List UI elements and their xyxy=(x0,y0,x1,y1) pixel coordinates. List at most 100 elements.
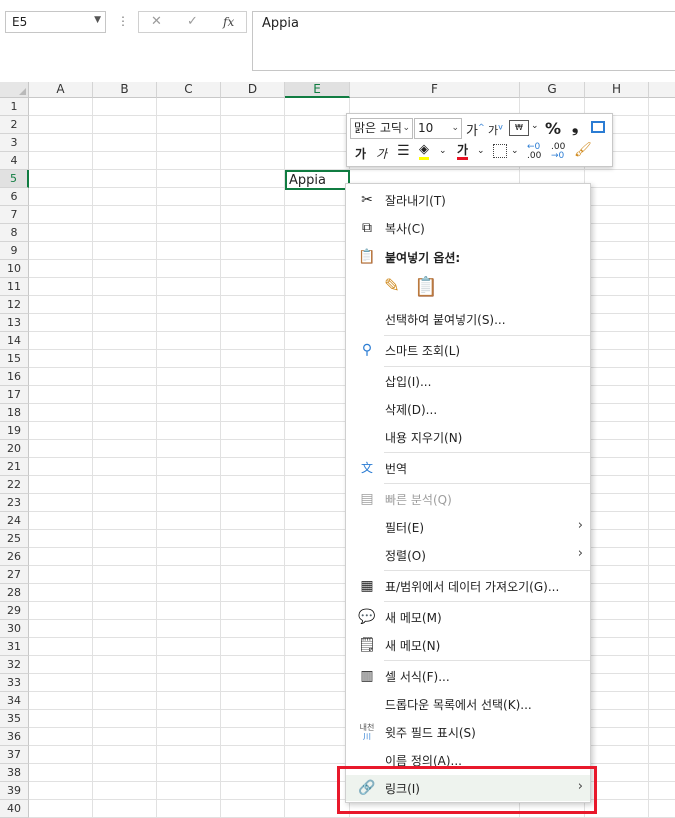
menu-item-format-cells[interactable]: ▥ 셀 서식(F)... xyxy=(346,663,590,689)
column-header[interactable]: A xyxy=(29,82,93,98)
row-header[interactable]: 16 xyxy=(0,368,29,386)
chevron-down-icon[interactable]: ⌄ xyxy=(531,121,539,131)
column-header[interactable] xyxy=(649,82,675,98)
row-header[interactable]: 6 xyxy=(0,188,29,206)
row-header[interactable]: 12 xyxy=(0,296,29,314)
cancel-icon[interactable]: ✕ xyxy=(151,14,162,29)
row-header[interactable]: 11 xyxy=(0,278,29,296)
row-header[interactable]: 38 xyxy=(0,764,29,782)
row-header[interactable]: 25 xyxy=(0,530,29,548)
enter-icon[interactable]: ✓ xyxy=(187,14,198,29)
menu-item-filter[interactable]: 필터(E) › xyxy=(346,514,590,540)
row-header[interactable]: 21 xyxy=(0,458,29,476)
menu-item-translate[interactable]: 文 번역 xyxy=(346,455,590,481)
menu-item-sort[interactable]: 정렬(O) › xyxy=(346,542,590,568)
row-header[interactable]: 33 xyxy=(0,674,29,692)
menu-item-copy[interactable]: ⧉ 복사(C) xyxy=(346,215,590,241)
menu-item-paste-special[interactable]: 선택하여 붙여넣기(S)... xyxy=(346,306,590,332)
row-header[interactable]: 35 xyxy=(0,710,29,728)
column-header[interactable]: H xyxy=(585,82,649,98)
row-header[interactable]: 13 xyxy=(0,314,29,332)
row-header[interactable]: 10 xyxy=(0,260,29,278)
menu-item-quick-analysis[interactable]: ▤ 빠른 분석(Q) xyxy=(346,486,590,512)
menu-item-phonetic[interactable]: 내천 川 윗주 필드 표시(S) xyxy=(346,719,590,745)
row-header[interactable]: 28 xyxy=(0,584,29,602)
font-size-combo[interactable]: 10 ⌄ xyxy=(414,118,462,139)
row-header[interactable]: 27 xyxy=(0,566,29,584)
row-header[interactable]: 2 xyxy=(0,116,29,134)
comma-style-icon[interactable]: ❟ xyxy=(572,117,578,137)
decrease-decimal-icon[interactable]: .00 →0 xyxy=(551,143,565,161)
formula-input[interactable]: Appia xyxy=(252,11,675,71)
row-header[interactable]: 30 xyxy=(0,620,29,638)
menu-item-new-note[interactable]: 🗒 새 메모(N) xyxy=(346,632,590,658)
increase-decimal-icon[interactable]: ←0.00 xyxy=(527,143,541,161)
select-all-button[interactable] xyxy=(0,82,29,98)
menu-item-insert[interactable]: 삽입(I)... xyxy=(346,368,590,394)
accounting-format-icon[interactable]: ₩ xyxy=(509,120,529,136)
italic-icon[interactable]: 가 xyxy=(376,145,387,162)
menu-item-cut[interactable]: ✂ 잘라내기(T) xyxy=(346,187,590,213)
row-header[interactable]: 24 xyxy=(0,512,29,530)
chevron-down-icon[interactable]: ⌄ xyxy=(439,146,447,156)
chevron-down-icon[interactable]: ⌄ xyxy=(402,119,410,138)
chevron-down-icon[interactable]: ▼ xyxy=(94,15,101,25)
grow-font-icon[interactable]: 가^ xyxy=(466,120,485,139)
row-header[interactable]: 17 xyxy=(0,386,29,404)
bold-icon[interactable]: 가 xyxy=(355,145,366,162)
row-header[interactable]: 18 xyxy=(0,404,29,422)
row-header[interactable]: 1 xyxy=(0,98,29,116)
row-header[interactable]: 23 xyxy=(0,494,29,512)
column-header[interactable]: B xyxy=(93,82,157,98)
row-header[interactable]: 14 xyxy=(0,332,29,350)
column-header[interactable]: G xyxy=(520,82,585,98)
row-header[interactable]: 5 xyxy=(0,170,29,188)
percent-icon[interactable]: % xyxy=(545,119,561,138)
shrink-font-icon[interactable]: 가v xyxy=(488,122,503,138)
active-cell[interactable]: Appia xyxy=(285,170,352,192)
menu-item-smart-lookup[interactable]: ⚲ 스마트 조회(L) xyxy=(346,337,590,363)
row-header[interactable]: 40 xyxy=(0,800,29,818)
row-header[interactable]: 32 xyxy=(0,656,29,674)
row-header[interactable]: 29 xyxy=(0,602,29,620)
menu-item-new-comment[interactable]: 💬 새 메모(M) xyxy=(346,604,590,630)
paste-icon[interactable]: 📋 xyxy=(414,275,438,299)
row-header[interactable]: 26 xyxy=(0,548,29,566)
more-options-icon[interactable]: ⋮ xyxy=(117,14,129,28)
column-header[interactable]: D xyxy=(221,82,285,98)
menu-item-pick-dropdown[interactable]: 드롭다운 목록에서 선택(K)... xyxy=(346,691,590,717)
merge-center-icon[interactable] xyxy=(591,121,605,133)
chevron-down-icon[interactable]: ⌄ xyxy=(477,146,485,156)
name-box[interactable]: E5 ▼ xyxy=(5,11,106,33)
chevron-down-icon[interactable]: ⌄ xyxy=(451,119,459,138)
row-header[interactable]: 34 xyxy=(0,692,29,710)
row-header[interactable]: 31 xyxy=(0,638,29,656)
chevron-down-icon[interactable]: ⌄ xyxy=(511,146,519,156)
column-header[interactable]: C xyxy=(157,82,221,98)
insert-function-icon[interactable]: fx xyxy=(223,15,234,29)
font-color-icon[interactable]: 가 xyxy=(457,143,469,160)
row-header[interactable]: 9 xyxy=(0,242,29,260)
row-header[interactable]: 36 xyxy=(0,728,29,746)
paste-formulas-icon[interactable]: ✎ xyxy=(384,275,406,299)
format-painter-icon[interactable]: 🖌 xyxy=(574,142,592,158)
borders-icon[interactable] xyxy=(493,144,507,158)
row-header[interactable]: 39 xyxy=(0,782,29,800)
menu-item-delete[interactable]: 삭제(D)... xyxy=(346,396,590,422)
row-header[interactable]: 7 xyxy=(0,206,29,224)
row-header[interactable]: 3 xyxy=(0,134,29,152)
row-header[interactable]: 15 xyxy=(0,350,29,368)
row-header[interactable]: 22 xyxy=(0,476,29,494)
row-header[interactable]: 4 xyxy=(0,152,29,170)
row-header[interactable]: 20 xyxy=(0,440,29,458)
row-header[interactable]: 37 xyxy=(0,746,29,764)
menu-item-clear-contents[interactable]: 내용 지우기(N) xyxy=(346,424,590,450)
row-header[interactable]: 8 xyxy=(0,224,29,242)
row-header[interactable]: 19 xyxy=(0,422,29,440)
menu-item-get-data[interactable]: ▦ 표/범위에서 데이터 가져오기(G)... xyxy=(346,573,590,599)
align-center-icon[interactable]: ☰ xyxy=(397,143,410,159)
fill-color-icon[interactable]: ◈ xyxy=(419,143,429,160)
column-header[interactable]: F xyxy=(350,82,520,98)
column-header[interactable]: E xyxy=(285,82,350,98)
font-name-combo[interactable]: 맑은 고딕 ⌄ xyxy=(350,118,413,139)
